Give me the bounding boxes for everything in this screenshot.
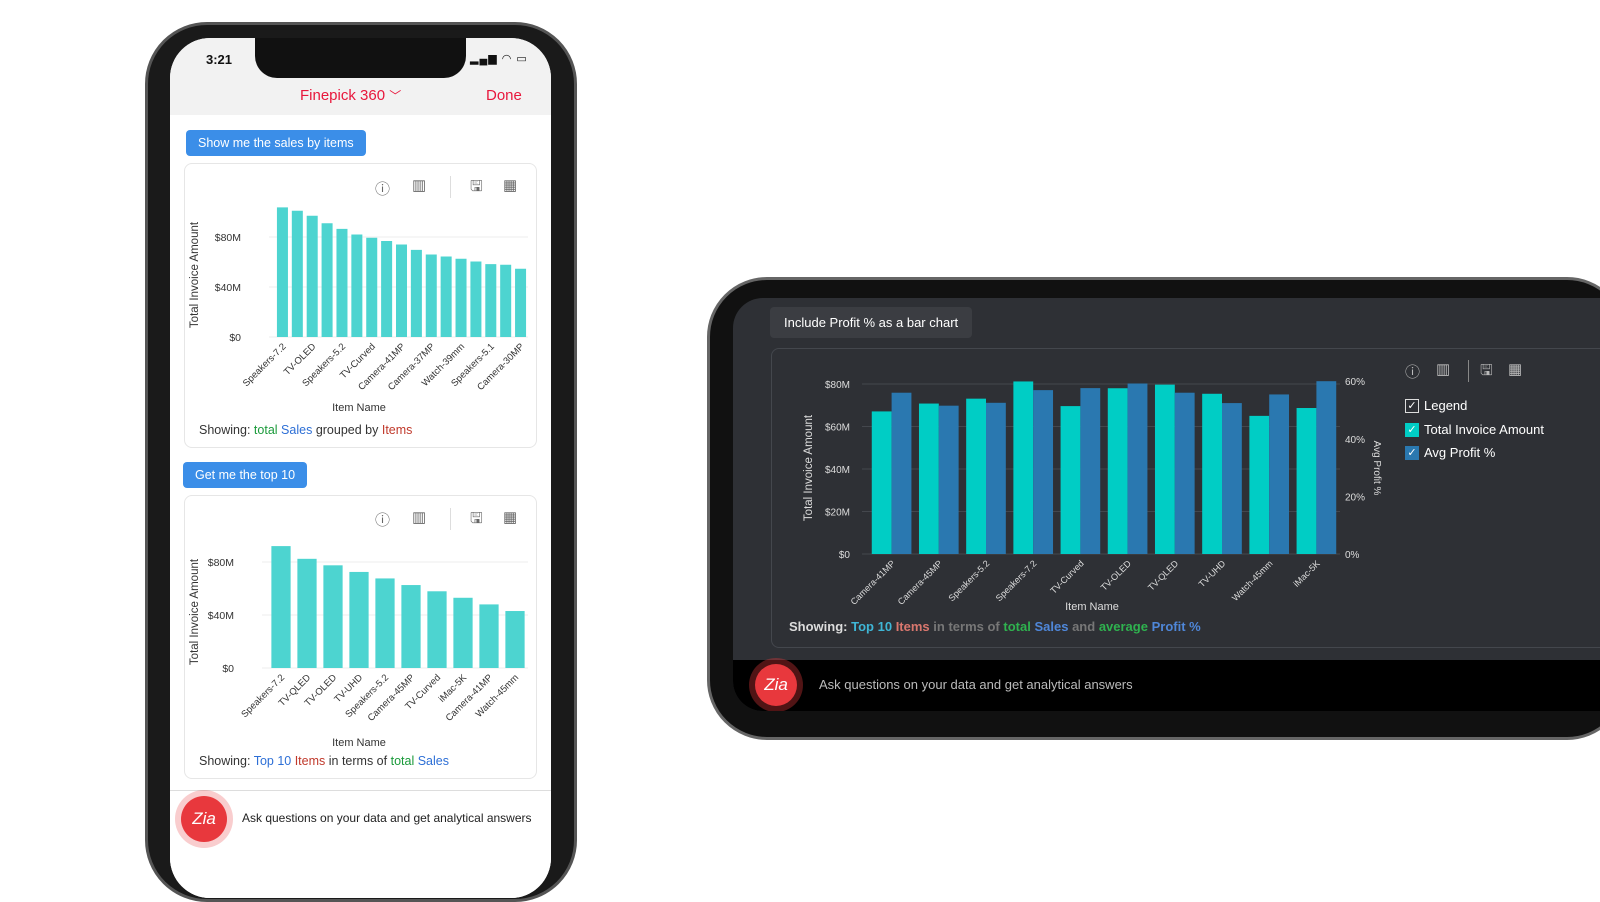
zia-button[interactable]: Zia — [181, 796, 227, 842]
chart-card — [184, 495, 537, 779]
phone-notch — [255, 38, 466, 78]
workspace-title[interactable]: Finepick 360 ﹀ — [300, 87, 401, 104]
save-icon[interactable]: 🖫 — [470, 508, 483, 533]
info-icon[interactable]: ⓘ — [375, 509, 390, 530]
query-bubble: Show me the sales by items — [186, 130, 366, 156]
zia-logo: Zia — [192, 809, 216, 828]
add-dashboard-icon[interactable]: ▦ — [1508, 360, 1522, 378]
showing-text: Showing: total Sales grouped by Items — [199, 423, 413, 437]
chart-type-icon[interactable]: ▥ — [1436, 360, 1450, 378]
add-dashboard-icon[interactable]: ▦ — [503, 508, 517, 526]
zia-logo: Zia — [764, 675, 788, 694]
portrait-phone-screen: 3:21 ▂▄▆ ◠ ▭ Finepick 360 ﹀ Done Show me… — [170, 38, 551, 898]
landscape-phone-screen: Include Profit % as a bar chart ⓘ ▥ 🖫 ▦ … — [733, 298, 1600, 711]
ask-input[interactable]: Ask questions on your data and get analy… — [819, 677, 1133, 692]
checkbox-icon[interactable]: ✓ — [1405, 445, 1419, 460]
toolbar-divider — [450, 176, 451, 198]
info-icon[interactable]: ⓘ — [1405, 361, 1420, 382]
workspace-title-text: Finepick 360 — [300, 87, 386, 104]
toolbar-divider — [1468, 360, 1469, 382]
add-dashboard-icon[interactable]: ▦ — [503, 176, 517, 194]
legend-title: Legend — [1424, 398, 1468, 413]
legend-item[interactable]: ✓ Total Invoice Amount — [1405, 422, 1544, 437]
checkbox-icon[interactable]: ✓ — [1405, 398, 1419, 413]
save-icon[interactable]: 🖫 — [470, 176, 483, 201]
ask-input[interactable]: Ask questions on your data and get analy… — [242, 811, 532, 825]
legend-label: Avg Profit % — [1424, 445, 1496, 460]
toolbar-divider — [450, 508, 451, 530]
chart-type-icon[interactable]: ▥ — [412, 508, 426, 526]
legend-label: Total Invoice Amount — [1424, 422, 1544, 437]
checkbox-icon[interactable]: ✓ — [1405, 422, 1419, 437]
query-bubble: Get me the top 10 — [183, 462, 308, 488]
info-icon[interactable]: ⓘ — [375, 178, 390, 199]
ask-bar[interactable]: Zia Ask questions on your data and get a… — [733, 660, 1600, 711]
chart-type-icon[interactable]: ▥ — [412, 176, 426, 194]
zia-button[interactable]: Zia — [755, 664, 797, 706]
chevron-down-icon: ﹀ — [389, 89, 402, 103]
chart-card — [771, 348, 1600, 648]
showing-text: Showing: Top 10 Items in terms of total … — [789, 619, 1201, 634]
legend-item[interactable]: ✓ Avg Profit % — [1405, 445, 1495, 460]
query-bubble: Include Profit % as a bar chart — [770, 307, 973, 338]
status-time: 3:21 — [206, 52, 233, 67]
chart-card — [184, 163, 537, 448]
legend-toggle[interactable]: ✓ Legend — [1405, 398, 1467, 413]
signal-wifi-battery-icon: ▂▄▆ ◠ ▭ — [470, 53, 528, 65]
showing-text: Showing: Top 10 Items in terms of total … — [199, 754, 449, 768]
done-button[interactable]: Done — [486, 87, 522, 104]
save-icon[interactable]: 🖫 — [1480, 360, 1493, 385]
